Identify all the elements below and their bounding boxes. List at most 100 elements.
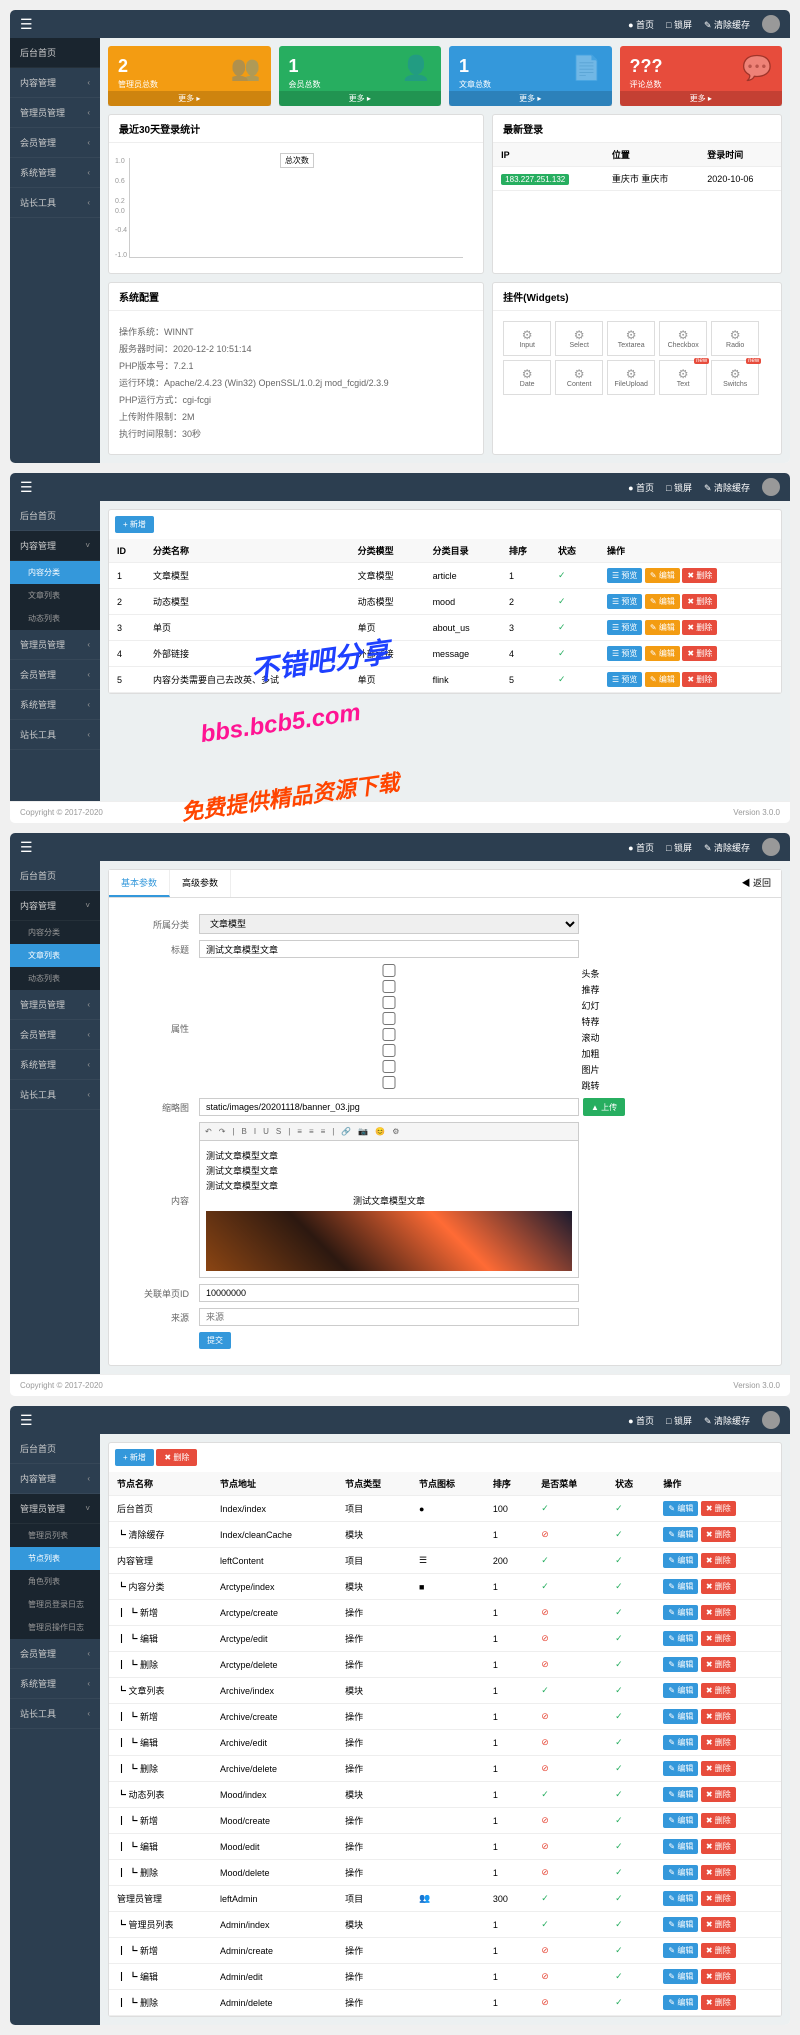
delete-button[interactable]: ✖ 删除 xyxy=(701,1501,736,1516)
widget-radio[interactable]: ⚙Radio xyxy=(711,321,759,356)
widget-textarea[interactable]: ⚙Textarea xyxy=(607,321,655,356)
edit-button[interactable]: ✎ 编辑 xyxy=(663,1683,698,1698)
source-input[interactable] xyxy=(199,1308,579,1326)
preview-button[interactable]: ☰ 预览 xyxy=(607,568,642,583)
sidebar-sub-article[interactable]: 文章列表 xyxy=(10,944,100,967)
stat-articles[interactable]: 1文章总数📄更多 ▸ xyxy=(449,46,612,106)
sidebar-sub-article[interactable]: 文章列表 xyxy=(10,584,100,607)
widget-checkbox[interactable]: ⚙Checkbox xyxy=(659,321,707,356)
add-button[interactable]: + 新增 xyxy=(115,1449,154,1466)
nav-clear[interactable]: ✎ 清除缓存 xyxy=(704,18,750,31)
delete-button[interactable]: ✖ 删除 xyxy=(701,1631,736,1646)
hamburger-icon[interactable]: ☰ xyxy=(20,479,33,496)
edit-button[interactable]: ✎ 编辑 xyxy=(663,1865,698,1880)
delete-button[interactable]: ✖ 删除 xyxy=(701,1943,736,1958)
edit-button[interactable]: ✎ 编辑 xyxy=(663,1631,698,1646)
attr-checkbox[interactable]: 推荐 xyxy=(199,985,600,995)
category-select[interactable]: 文章模型 xyxy=(199,914,579,934)
delete-button[interactable]: ✖ 删除 xyxy=(701,1683,736,1698)
delete-button[interactable]: ✖ 删除 xyxy=(701,1813,736,1828)
sidebar-item-content[interactable]: 内容管理‹ xyxy=(10,68,100,98)
attr-checkbox[interactable]: 特荐 xyxy=(199,1017,600,1027)
nav-home[interactable]: ● 首页 xyxy=(628,18,654,31)
edit-button[interactable]: ✎ 编辑 xyxy=(663,1501,698,1516)
delete-button[interactable]: ✖ 删除 xyxy=(701,1761,736,1776)
edit-button[interactable]: ✎ 编辑 xyxy=(645,594,680,609)
delete-button[interactable]: ✖ 删除 xyxy=(701,1735,736,1750)
avatar[interactable] xyxy=(762,15,780,33)
edit-button[interactable]: ✎ 编辑 xyxy=(663,1917,698,1932)
back-link[interactable]: ◀ 返回 xyxy=(731,870,781,897)
nav-lock[interactable]: □ 锁屏 xyxy=(666,18,692,31)
preview-button[interactable]: ☰ 预览 xyxy=(607,620,642,635)
edit-button[interactable]: ✎ 编辑 xyxy=(663,1579,698,1594)
stat-admins[interactable]: 2管理员总数👥更多 ▸ xyxy=(108,46,271,106)
tab-advanced[interactable]: 高级参数 xyxy=(170,870,231,897)
delete-button[interactable]: ✖ 删除 xyxy=(701,1657,736,1672)
widget-input[interactable]: ⚙Input xyxy=(503,321,551,356)
preview-button[interactable]: ☰ 预览 xyxy=(607,646,642,661)
edit-button[interactable]: ✎ 编辑 xyxy=(663,1943,698,1958)
delete-button[interactable]: ✖ 删除 xyxy=(682,620,717,635)
widget-date[interactable]: ⚙Date xyxy=(503,360,551,395)
delete-button[interactable]: ✖ 删除 xyxy=(701,1527,736,1542)
title-input[interactable] xyxy=(199,940,579,958)
sidebar-item-home[interactable]: 后台首页 xyxy=(10,38,100,68)
upload-button[interactable]: ▲ 上传 xyxy=(583,1098,625,1116)
delete-button[interactable]: ✖ 删除 xyxy=(701,1839,736,1854)
attr-checkbox[interactable]: 加粗 xyxy=(199,1049,600,1059)
edit-button[interactable]: ✎ 编辑 xyxy=(663,1553,698,1568)
attr-checkbox[interactable]: 滚动 xyxy=(199,1033,600,1043)
sidebar-sub-category[interactable]: 内容分类 xyxy=(10,561,100,584)
edit-button[interactable]: ✎ 编辑 xyxy=(663,1527,698,1542)
sidebar-item-content[interactable]: 内容管理˅ xyxy=(10,531,100,561)
attr-checkbox[interactable]: 幻灯 xyxy=(199,1001,600,1011)
submit-button[interactable]: 提交 xyxy=(199,1332,231,1349)
edit-button[interactable]: ✎ 编辑 xyxy=(663,1839,698,1854)
delete-button[interactable]: ✖ 删除 xyxy=(701,1917,736,1932)
preview-button[interactable]: ☰ 预览 xyxy=(607,594,642,609)
edit-button[interactable]: ✎ 编辑 xyxy=(645,646,680,661)
sidebar-item-home[interactable]: 后台首页 xyxy=(10,501,100,531)
delete-button[interactable]: ✖ 删除 xyxy=(701,1553,736,1568)
delete-button[interactable]: ✖ 删除 xyxy=(701,1787,736,1802)
sidebar-item-tools[interactable]: 站长工具‹ xyxy=(10,188,100,218)
edit-button[interactable]: ✎ 编辑 xyxy=(663,1657,698,1672)
delete-button[interactable]: ✖ 删除 xyxy=(701,1605,736,1620)
sidebar-sub-mood[interactable]: 动态列表 xyxy=(10,607,100,630)
delete-button[interactable]: ✖ 删除 xyxy=(156,1449,197,1466)
add-button[interactable]: + 新增 xyxy=(115,516,154,533)
delete-button[interactable]: ✖ 删除 xyxy=(682,568,717,583)
sidebar-item-system[interactable]: 系统管理‹ xyxy=(10,158,100,188)
delete-button[interactable]: ✖ 删除 xyxy=(682,594,717,609)
edit-button[interactable]: ✎ 编辑 xyxy=(663,1787,698,1802)
rich-editor[interactable]: ↶↷|BIUS|≡≡≡|🔗📷😊⚙ 测试文章模型文章测试文章模型文章测试文章模型文… xyxy=(199,1122,579,1278)
hamburger-icon[interactable]: ☰ xyxy=(20,16,33,33)
preview-button[interactable]: ☰ 预览 xyxy=(607,672,642,687)
hamburger-icon[interactable]: ☰ xyxy=(20,1412,33,1429)
edit-button[interactable]: ✎ 编辑 xyxy=(663,1605,698,1620)
edit-button[interactable]: ✎ 编辑 xyxy=(663,1761,698,1776)
relid-input[interactable] xyxy=(199,1284,579,1302)
delete-button[interactable]: ✖ 删除 xyxy=(701,1709,736,1724)
hamburger-icon[interactable]: ☰ xyxy=(20,839,33,856)
attr-checkbox[interactable]: 头条 xyxy=(199,969,600,979)
widget-text[interactable]: ⚙Textnew xyxy=(659,360,707,395)
sidebar-sub-nodes[interactable]: 节点列表 xyxy=(10,1547,100,1570)
widget-fileupload[interactable]: ⚙FileUpload xyxy=(607,360,655,395)
attr-checkbox[interactable]: 图片 xyxy=(199,1065,600,1075)
delete-button[interactable]: ✖ 删除 xyxy=(701,1579,736,1594)
edit-button[interactable]: ✎ 编辑 xyxy=(645,620,680,635)
sidebar-item-admin[interactable]: 管理员管理‹ xyxy=(10,98,100,128)
stat-members[interactable]: 1会员总数👤更多 ▸ xyxy=(279,46,442,106)
attr-checkbox[interactable]: 跳转 xyxy=(199,1081,600,1091)
edit-button[interactable]: ✎ 编辑 xyxy=(645,568,680,583)
delete-button[interactable]: ✖ 删除 xyxy=(682,646,717,661)
widget-select[interactable]: ⚙Select xyxy=(555,321,603,356)
delete-button[interactable]: ✖ 删除 xyxy=(701,1995,736,2010)
delete-button[interactable]: ✖ 删除 xyxy=(701,1865,736,1880)
edit-button[interactable]: ✎ 编辑 xyxy=(663,1735,698,1750)
edit-button[interactable]: ✎ 编辑 xyxy=(663,1969,698,1984)
widget-switchs[interactable]: ⚙Switchsnew xyxy=(711,360,759,395)
sidebar-item-member[interactable]: 会员管理‹ xyxy=(10,128,100,158)
